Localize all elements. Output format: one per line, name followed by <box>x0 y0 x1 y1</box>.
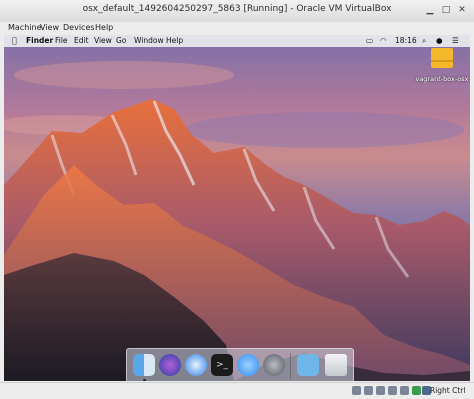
menu-window[interactable]: Window <box>134 36 164 45</box>
menu-help[interactable]: Help <box>166 36 183 45</box>
menu-help[interactable]: Help <box>95 23 113 32</box>
trash-icon[interactable] <box>325 354 347 376</box>
menu-view[interactable]: View <box>40 23 59 32</box>
finder-icon[interactable] <box>133 354 155 376</box>
menu-view[interactable]: View <box>94 36 112 45</box>
minimize-icon[interactable]: ▁ <box>424 4 436 16</box>
terminal-icon[interactable]: >_ <box>211 354 233 376</box>
close-icon[interactable]: ✕ <box>456 4 468 16</box>
siri-icon[interactable]: ● <box>436 36 443 45</box>
safari-icon[interactable] <box>185 354 207 376</box>
title-bar[interactable]: osx_default_1492604250297_5863 [Running]… <box>0 0 474 23</box>
mouse-integration-icon[interactable] <box>412 386 421 395</box>
virtualbox-window: osx_default_1492604250297_5863 [Running]… <box>0 0 474 399</box>
running-indicator <box>143 379 146 381</box>
window-title: osx_default_1492604250297_5863 [Running]… <box>82 4 392 14</box>
menu-edit[interactable]: Edit <box>74 36 89 45</box>
menu-file[interactable]: File <box>55 36 68 45</box>
usb-icon[interactable] <box>400 386 409 395</box>
screen-mirroring-icon[interactable]: ▭ <box>366 36 373 45</box>
hard-disk-icon[interactable] <box>352 386 361 395</box>
network-icon[interactable] <box>388 386 397 395</box>
dock: >_ <box>126 348 354 381</box>
guest-screen[interactable]:  Finder File Edit View Go Window Help ▭… <box>4 35 470 381</box>
menu-go[interactable]: Go <box>116 36 126 45</box>
dock-separator <box>290 353 291 379</box>
audio-icon[interactable] <box>376 386 385 395</box>
mountain-wallpaper-art <box>4 61 470 381</box>
siri-icon[interactable] <box>159 354 181 376</box>
menu-machine[interactable]: Machine <box>8 23 42 32</box>
drive-icon[interactable] <box>430 46 454 70</box>
vbox-statusbar: Right Ctrl <box>0 382 474 399</box>
maximize-icon[interactable]: □ <box>440 4 452 16</box>
host-key-label: Right Ctrl <box>430 386 466 395</box>
spotlight-icon[interactable]: ⌕ <box>422 36 426 46</box>
notification-center-icon[interactable]: ☰ <box>452 36 459 45</box>
apple-icon[interactable]:  <box>12 36 17 45</box>
desktop-icon-label[interactable]: vagrant-box-osx <box>412 75 470 83</box>
vbox-menubar: Machine View Devices Help <box>0 22 474 35</box>
menu-devices[interactable]: Devices <box>63 23 95 32</box>
downloads-folder-icon[interactable] <box>297 354 319 376</box>
wifi-icon[interactable]: ◠ <box>380 36 387 45</box>
system-preferences-icon[interactable] <box>263 354 285 376</box>
menu-finder[interactable]: Finder <box>26 36 53 45</box>
macos-menubar:  Finder File Edit View Go Window Help ▭… <box>4 35 470 47</box>
messages-icon[interactable] <box>237 354 259 376</box>
menu-clock[interactable]: 18:16 <box>395 36 417 45</box>
optical-drive-icon[interactable] <box>364 386 373 395</box>
